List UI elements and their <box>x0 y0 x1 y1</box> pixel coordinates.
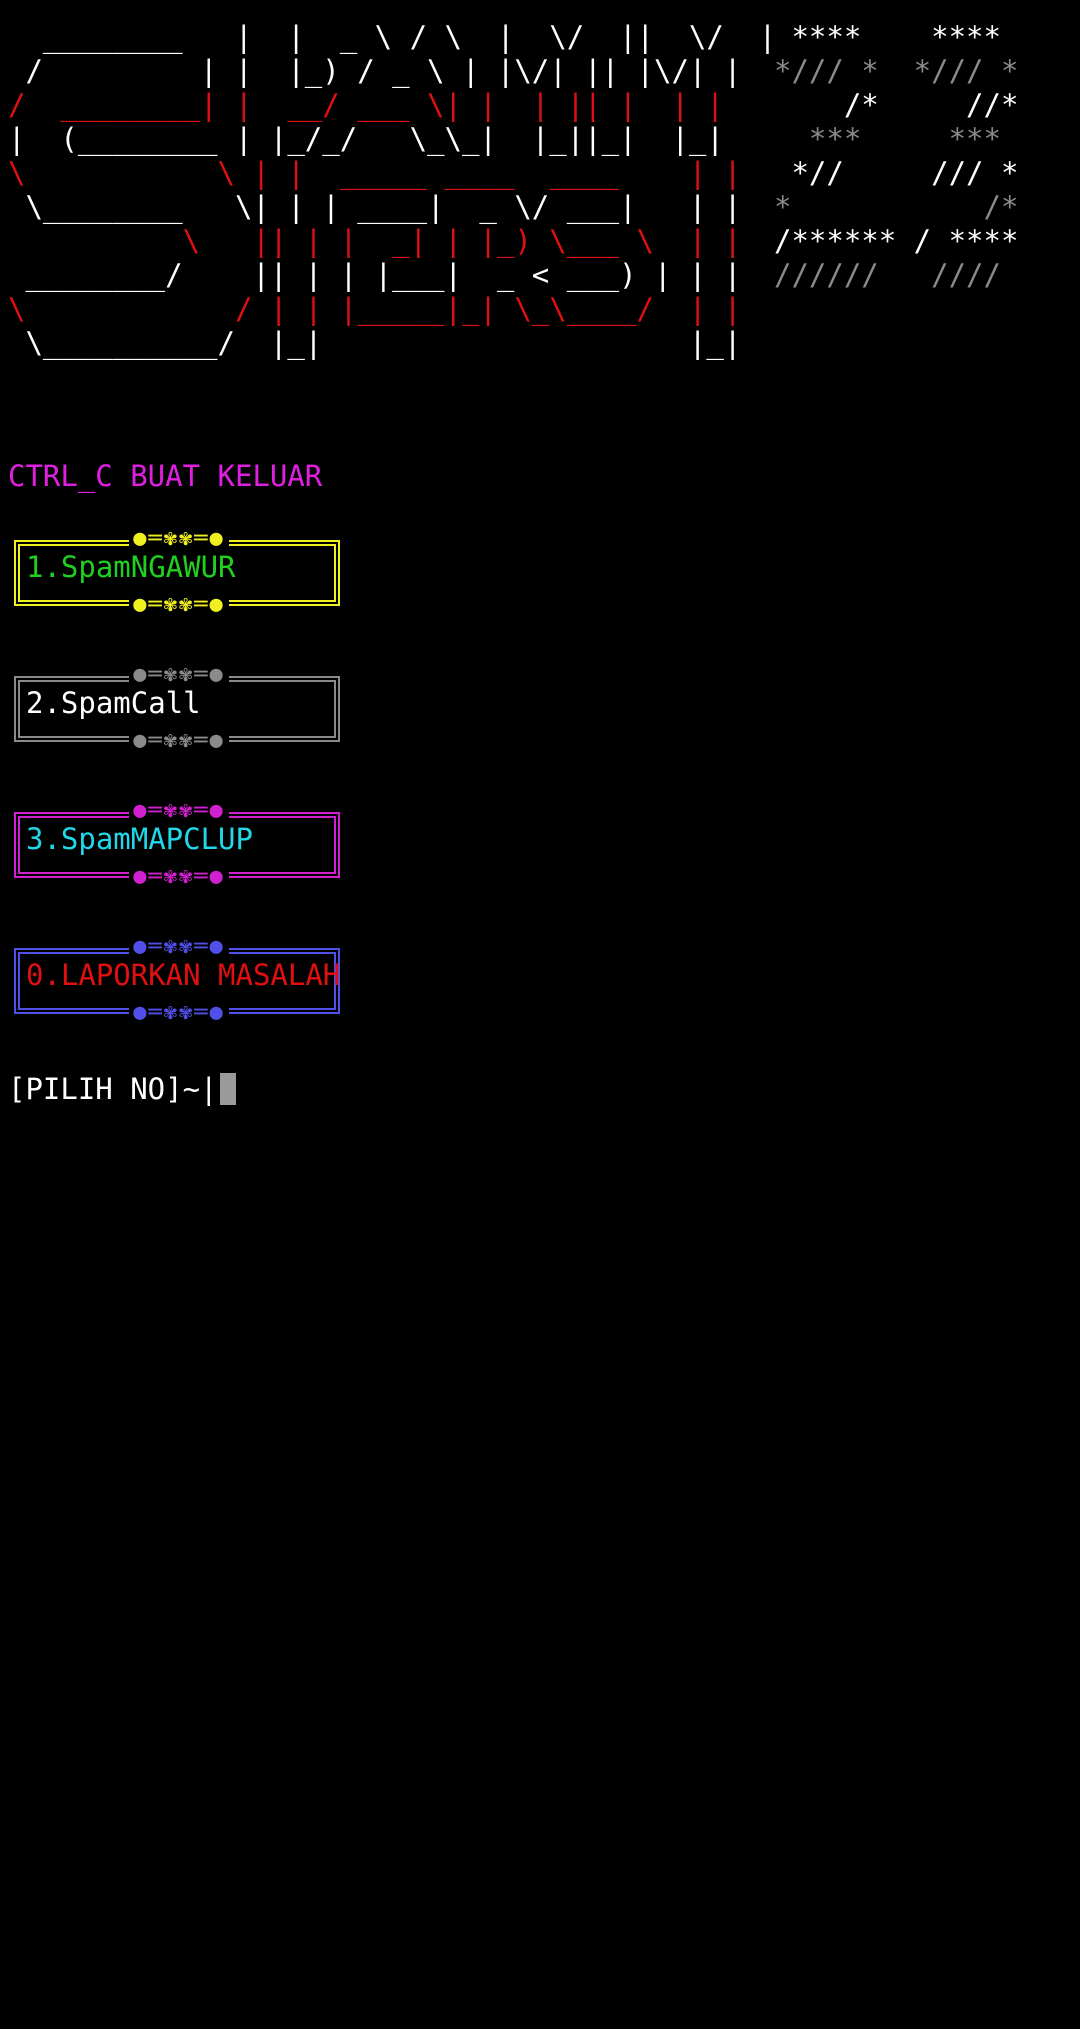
logo-line: / ________| | __/ ___ \| | | || | | | <box>8 88 724 122</box>
exit-hint: CTRL_C BUAT KELUAR <box>8 459 323 493</box>
art-line: ////// //// <box>774 258 1001 292</box>
spam-logo-ascii: ________ | | _ \ / \ | \/ || \/ | / | | … <box>8 20 776 360</box>
menu-option-label: 1.SpamNGAWUR <box>26 550 236 584</box>
ornament-icon: ●═✾✾═● <box>14 934 344 960</box>
logo-line: \________ \| | | ____| _ \/ ___| | | <box>8 190 742 224</box>
logo-line: / | | |_) / _ \ | |\/| || |\/| | <box>8 54 742 88</box>
ornament-icon: ●═✾✾═● <box>14 798 344 824</box>
ornament-icon: ●═✾✾═● <box>14 662 344 688</box>
prompt-text: [PILIH NO]~| <box>8 1072 218 1106</box>
ascii-banner: ________ | | _ \ / \ | \/ || \/ | / | | … <box>8 0 1072 380</box>
art-line: /****** / **** <box>774 224 1019 258</box>
terminal-screen: ________ | | _ \ / \ | \/ || \/ | / | | … <box>8 0 1072 1106</box>
art-line: * /* <box>774 190 1019 224</box>
ornament-icon: ●═✾✾═● <box>14 526 344 552</box>
menu-option-label: 2.SpamCall <box>26 686 201 720</box>
menu-option-spamngawur[interactable]: ●═✾✾═● ●═✾✾═● 1.SpamNGAWUR <box>14 526 344 617</box>
art-line: */// * */// * <box>774 54 1019 88</box>
menu-option-label: 0.LAPORKAN MASALAH <box>26 958 341 992</box>
input-prompt[interactable]: [PILIH NO]~| <box>8 1072 236 1106</box>
logo-line: \ \ | | _____ ____ ____ | | <box>8 156 742 190</box>
menu-option-spammapclup[interactable]: ●═✾✾═● ●═✾✾═● 3.SpamMAPCLUP <box>14 798 344 889</box>
ornament-icon: ●═✾✾═● <box>14 864 344 890</box>
art-line: /* //* <box>774 88 1019 122</box>
logo-line: \__________/ |_| |_| <box>8 326 742 360</box>
art-line: *// /// * <box>774 156 1019 190</box>
ornament-icon: ●═✾✾═● <box>14 1000 344 1026</box>
ornament-icon: ●═✾✾═● <box>14 728 344 754</box>
logo-line: | (________ | |_/_/ \_\_| |_||_| |_| <box>8 122 724 156</box>
star-art-ascii: **** **** */// * */// * /* //* *** *** *… <box>774 20 1018 292</box>
art-line: *** *** <box>774 122 1001 156</box>
menu-option-spamcall[interactable]: ●═✾✾═● ●═✾✾═● 2.SpamCall <box>14 662 344 753</box>
menu-option-label: 3.SpamMAPCLUP <box>26 822 253 856</box>
logo-line: ________/ || | | |___| _ < ___) | | | <box>8 258 742 292</box>
art-line: **** **** <box>774 20 1001 54</box>
menu-option-laporkan-masalah[interactable]: ●═✾✾═● ●═✾✾═● 0.LAPORKAN MASALAH <box>14 934 344 1025</box>
text-cursor <box>219 1073 236 1105</box>
logo-line: \ || | | _| | |_) \___ \ | | <box>8 224 742 258</box>
ornament-icon: ●═✾✾═● <box>14 592 344 618</box>
logo-line: \ / | | |_____|_| \_\____/ | | <box>8 292 742 326</box>
logo-line: ________ | | _ \ / \ | \/ || \/ | <box>8 20 777 54</box>
